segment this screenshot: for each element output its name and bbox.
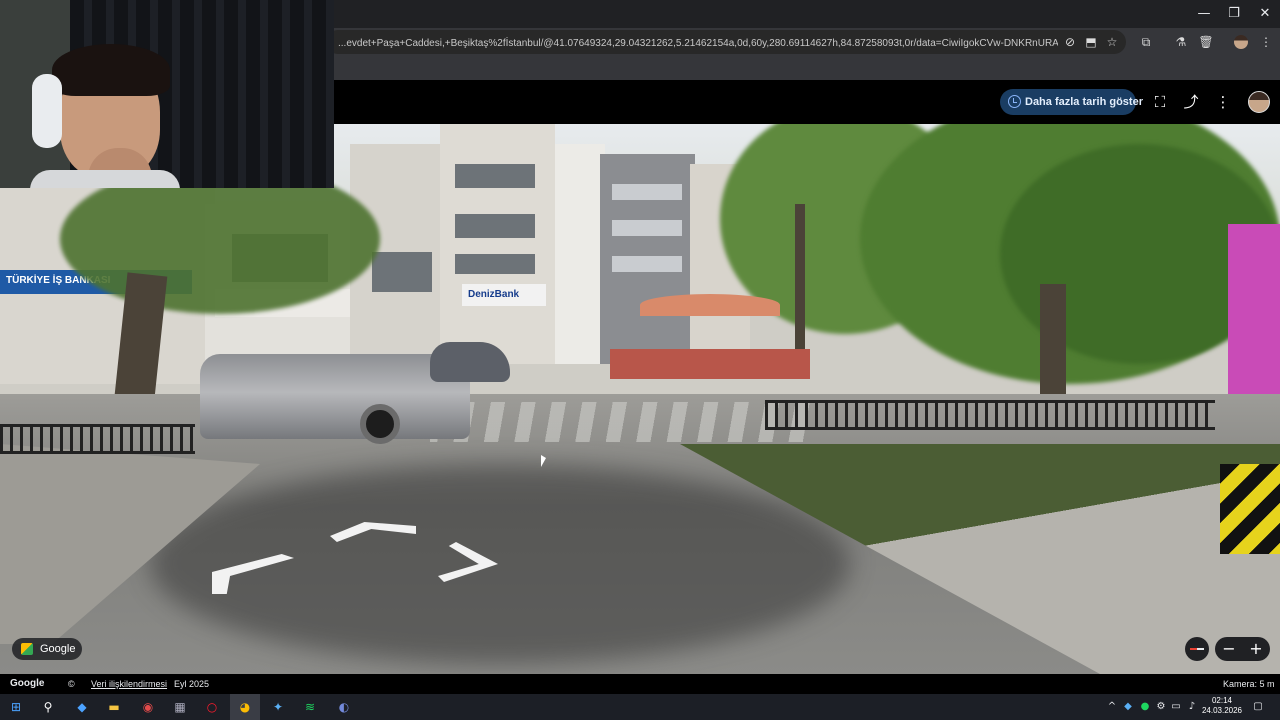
denizbank-board: DenizBank	[462, 284, 546, 306]
zoom-out-button[interactable]: −	[1217, 637, 1241, 661]
camera-height: Kamera: 5 m	[1223, 679, 1275, 689]
windows-start-icon[interactable]: ⊞	[6, 697, 26, 717]
person-shirt	[30, 170, 180, 188]
history-icon	[1008, 95, 1021, 108]
tray-app-icon[interactable]: ⚙	[1155, 700, 1167, 714]
opera-icon[interactable]: ○	[202, 697, 222, 717]
car-wheel	[360, 404, 400, 444]
calculator-icon[interactable]: ▦	[170, 697, 190, 717]
volume-icon[interactable]: ♪	[1186, 700, 1198, 714]
maps-footer: Google © Veri ilişkilendirmesi Eyl 2025 …	[0, 674, 1280, 694]
clock-time: 02:14	[1211, 696, 1233, 705]
window	[455, 254, 535, 274]
file-explorer-icon[interactable]: ▬	[104, 697, 124, 717]
building-5	[555, 144, 605, 364]
app-icon[interactable]: ◆	[72, 697, 92, 717]
taskbar-clock[interactable]: 02:14 24.03.2026	[1200, 696, 1244, 716]
tray-app-icon[interactable]: ●	[1139, 700, 1151, 714]
star-icon[interactable]: ☆	[1103, 33, 1121, 51]
window	[455, 164, 535, 188]
eye-off-icon[interactable]: ⊘	[1061, 33, 1079, 51]
denizbank-sign-text: DenizBank	[468, 289, 520, 300]
lab-icon[interactable]: ⚗	[1172, 33, 1190, 51]
share-icon[interactable]: ⤴	[1181, 92, 1201, 112]
minimize-icon[interactable]: —	[1187, 4, 1221, 24]
spotify-icon[interactable]: ≋	[300, 697, 320, 717]
hazard-post	[1220, 464, 1280, 554]
profile-icon[interactable]	[1234, 35, 1248, 49]
building-4	[440, 124, 555, 364]
window	[455, 214, 535, 238]
windows-taskbar	[0, 694, 1280, 720]
tray-app-icon[interactable]: ◆	[1122, 700, 1134, 714]
window	[612, 220, 682, 236]
chrome-icon[interactable]: ◕	[235, 697, 255, 717]
cafe-umbrella	[640, 294, 780, 316]
account-avatar[interactable]	[1248, 91, 1270, 113]
zoom-in-button[interactable]: +	[1244, 637, 1268, 661]
more-options-icon[interactable]: ⋮	[1213, 92, 1233, 112]
clock-date: 24.03.2026	[1201, 706, 1243, 715]
notification-icon[interactable]: ▢	[1252, 700, 1264, 714]
window	[372, 252, 432, 292]
fence-left	[0, 424, 195, 454]
install-icon[interactable]: ⬒	[1082, 33, 1100, 51]
fence-right	[765, 400, 1215, 430]
url-text[interactable]: ...evdet+Paşa+Caddesi,+Beşiktaş%2fİstanb…	[338, 32, 1058, 56]
data-attribution-link[interactable]: Veri ilişkilendirmesi	[91, 674, 167, 694]
screenshot-icon[interactable]: ⛶	[1150, 92, 1170, 112]
street-view-panorama[interactable]: TÜRKİYE İŞ BANKASI DenizBank	[0, 124, 1280, 674]
screen: — ❐ ✕ ...evdet+Paşa+Caddesi,+Beşiktaş%2f…	[0, 0, 1280, 720]
cafe-terrace	[610, 349, 810, 379]
app-icon[interactable]: ✦	[268, 697, 288, 717]
capture-date: Eyl 2025	[174, 679, 210, 689]
crosswalk	[430, 402, 810, 442]
car-2	[430, 342, 510, 382]
delete-icon[interactable]: 🗑	[1197, 33, 1215, 51]
restore-icon[interactable]: ❐	[1217, 4, 1251, 24]
window	[612, 184, 682, 200]
app-icon[interactable]: ◉	[138, 697, 158, 717]
person-hair	[52, 44, 170, 96]
pink-banner	[1228, 224, 1280, 394]
headphones-icon	[32, 74, 62, 148]
extensions-icon[interactable]: ⧉	[1137, 33, 1155, 51]
webcam-overlay	[0, 0, 334, 188]
copyright: ©	[68, 679, 75, 689]
chevron-up-icon[interactable]: ^	[1106, 700, 1118, 714]
pegman-icon[interactable]	[21, 643, 33, 655]
address-bar[interactable]: ...evdet+Paşa+Caddesi,+Beşiktaş%2fİstanb…	[326, 30, 1126, 54]
close-icon[interactable]: ✕	[1248, 4, 1280, 24]
search-icon[interactable]: ⚲	[38, 697, 58, 717]
discord-icon[interactable]: ◐	[334, 697, 354, 717]
network-icon[interactable]: ▭	[1170, 700, 1182, 714]
google-logo: Google	[10, 678, 45, 689]
compass-icon[interactable]	[1185, 637, 1209, 661]
more-icon[interactable]: ⋮	[1257, 33, 1275, 51]
mouse-cursor	[541, 455, 546, 467]
window	[612, 256, 682, 272]
